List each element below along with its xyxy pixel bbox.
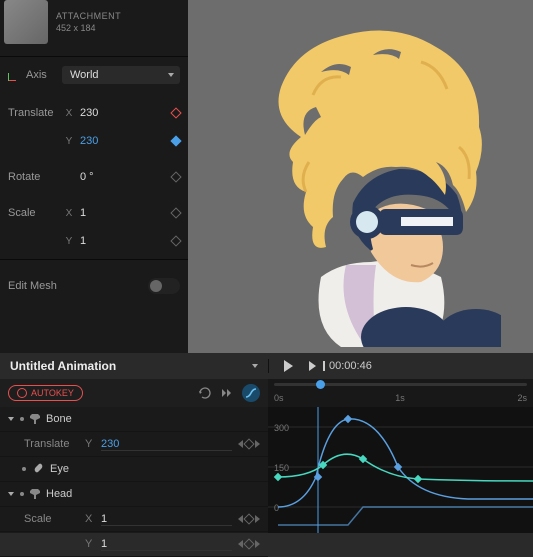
keyframe-nav[interactable] bbox=[238, 515, 260, 523]
svg-text:300: 300 bbox=[274, 423, 289, 433]
svg-text:150: 150 bbox=[274, 463, 289, 473]
character-illustration bbox=[221, 17, 501, 347]
rotate-key-icon[interactable] bbox=[170, 171, 181, 182]
chevron-down-icon[interactable] bbox=[8, 417, 14, 421]
bone-icon bbox=[30, 489, 40, 499]
keyframe-nav[interactable] bbox=[238, 440, 260, 448]
track-head-scale-y[interactable]: Y 1 bbox=[0, 532, 268, 557]
translate-y-key-icon[interactable] bbox=[170, 135, 181, 146]
chevron-down-icon[interactable] bbox=[8, 492, 14, 496]
track-head[interactable]: Head bbox=[0, 482, 268, 507]
scale-label: Scale bbox=[8, 207, 58, 219]
translate-x-input[interactable]: 230 bbox=[80, 107, 166, 119]
scale-y-input[interactable]: 1 bbox=[80, 235, 166, 247]
svg-text:0: 0 bbox=[274, 503, 279, 513]
curves-mode-button[interactable] bbox=[242, 384, 260, 402]
attachment-header: ATTACHMENT 452 x 184 bbox=[0, 0, 188, 52]
track-bone[interactable]: Bone bbox=[0, 407, 268, 432]
attachment-label: ATTACHMENT bbox=[56, 11, 121, 21]
translate-x-key-icon[interactable] bbox=[170, 107, 181, 118]
track-eye[interactable]: Eye bbox=[0, 457, 268, 482]
time-display: 00:00:46 bbox=[329, 360, 372, 372]
axis-icon bbox=[8, 69, 20, 81]
scale-y-key-icon[interactable] bbox=[170, 235, 181, 246]
skip-icon[interactable] bbox=[220, 386, 234, 400]
loop-icon[interactable] bbox=[198, 386, 212, 400]
scale-x-key-icon[interactable] bbox=[170, 207, 181, 218]
keyframe-nav[interactable] bbox=[238, 540, 260, 548]
track-bone-translate[interactable]: Translate Y 230 bbox=[0, 432, 268, 457]
axis-label: Axis bbox=[26, 69, 56, 81]
edit-mesh-label: Edit Mesh bbox=[8, 280, 142, 292]
attachment-thumbnail[interactable] bbox=[4, 0, 48, 44]
scrub-handle[interactable] bbox=[316, 380, 325, 389]
play-button[interactable] bbox=[281, 359, 295, 373]
animation-title-dropdown[interactable]: Untitled Animation bbox=[0, 359, 268, 373]
track-list: Bone Translate Y 230 Eye Head Scale X 1 bbox=[0, 407, 268, 533]
track-scale-y-input[interactable]: 1 bbox=[101, 538, 232, 551]
chevron-down-icon bbox=[252, 364, 258, 368]
attachment-dimensions: 452 x 184 bbox=[56, 23, 121, 33]
rotate-input[interactable]: 0 ° bbox=[80, 171, 166, 183]
scale-x-input[interactable]: 1 bbox=[80, 207, 166, 219]
axis-dropdown[interactable]: World bbox=[62, 66, 180, 84]
track-scale-x-input[interactable]: 1 bbox=[101, 513, 232, 526]
next-frame-button[interactable] bbox=[305, 359, 319, 373]
translate-y-input[interactable]: 230 bbox=[80, 135, 166, 147]
track-head-scale-x[interactable]: Scale X 1 bbox=[0, 507, 268, 532]
autokey-button[interactable]: AUTOKEY bbox=[8, 385, 83, 401]
timeline-panel: Untitled Animation 00:00:46 AUTOKEY 0s 1… bbox=[0, 353, 533, 533]
bone-icon bbox=[30, 414, 40, 424]
viewport[interactable] bbox=[188, 0, 533, 353]
track-translate-y-input[interactable]: 230 bbox=[101, 438, 232, 451]
properties-sidebar: ATTACHMENT 452 x 184 Axis World Translat… bbox=[0, 0, 188, 353]
graph-editor[interactable]: 300 150 0 bbox=[268, 407, 533, 533]
rotate-label: Rotate bbox=[8, 171, 58, 183]
timeline-ruler[interactable]: 0s 1s 2s bbox=[268, 379, 533, 407]
translate-label: Translate bbox=[8, 107, 58, 119]
edit-mesh-toggle[interactable] bbox=[148, 278, 180, 294]
attachment-icon bbox=[32, 463, 44, 475]
